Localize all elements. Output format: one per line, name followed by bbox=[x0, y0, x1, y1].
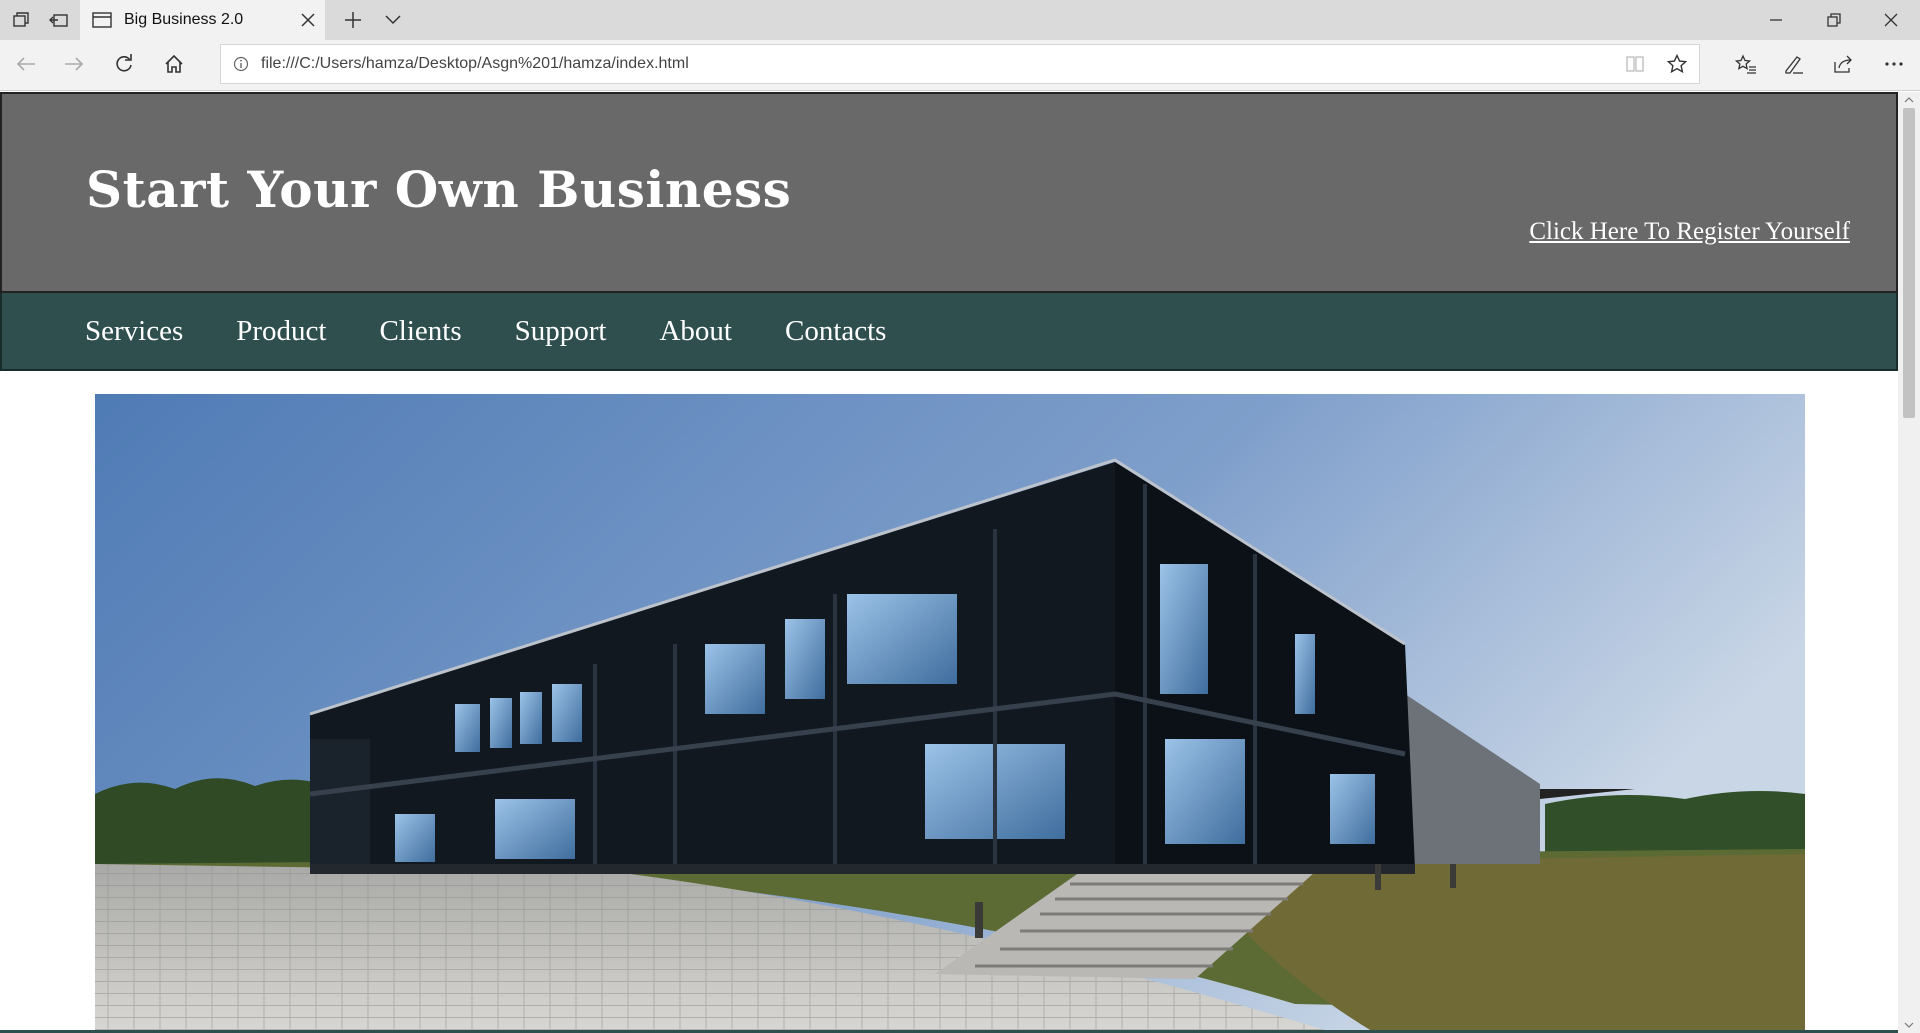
star-icon bbox=[1667, 54, 1687, 74]
pen-icon bbox=[1785, 56, 1803, 74]
register-link[interactable]: Click Here To Register Yourself bbox=[1529, 218, 1850, 246]
arrow-right-icon bbox=[65, 57, 84, 71]
browser-toolbar: file:///C:/Users/hamza/Desktop/Asgn%201/… bbox=[0, 40, 1920, 91]
book-icon bbox=[1626, 56, 1644, 72]
chevron-up-icon bbox=[1904, 97, 1914, 103]
tab-preview-button[interactable] bbox=[376, 6, 410, 34]
page-title: Start Your Own Business bbox=[86, 160, 792, 219]
set-aside-icon bbox=[49, 14, 68, 27]
site-header: Start Your Own Business Click Here To Re… bbox=[0, 92, 1898, 293]
chevron-down-icon bbox=[1904, 1022, 1914, 1028]
refresh-icon bbox=[116, 54, 132, 72]
share-icon bbox=[1834, 55, 1852, 73]
nav-item-product[interactable]: Product bbox=[236, 315, 326, 348]
chevron-down-icon bbox=[385, 15, 401, 25]
favorite-button[interactable] bbox=[1655, 54, 1699, 74]
nav-item-about[interactable]: About bbox=[659, 315, 732, 348]
info-icon bbox=[233, 56, 249, 72]
nav-item-support[interactable]: Support bbox=[515, 315, 607, 348]
plus-icon bbox=[345, 12, 361, 28]
page-scrollbar[interactable] bbox=[1898, 92, 1920, 1033]
close-icon bbox=[1884, 13, 1898, 27]
favorites-list-icon bbox=[1735, 54, 1756, 74]
notes-button[interactable] bbox=[1774, 46, 1814, 82]
set-tabs-aside-button[interactable] bbox=[44, 6, 74, 34]
close-window-button[interactable] bbox=[1866, 0, 1916, 40]
home-icon bbox=[165, 54, 183, 73]
tab-actions-button[interactable] bbox=[6, 6, 36, 34]
reading-view-button[interactable] bbox=[1615, 55, 1655, 73]
arrow-left-icon bbox=[16, 57, 35, 71]
scroll-up-button[interactable] bbox=[1898, 92, 1920, 108]
url-text[interactable]: file:///C:/Users/hamza/Desktop/Asgn%201/… bbox=[261, 55, 1615, 73]
favorites-hub-button[interactable] bbox=[1726, 46, 1766, 82]
forward-button[interactable] bbox=[56, 46, 92, 82]
close-icon bbox=[301, 13, 315, 27]
restore-icon bbox=[1827, 13, 1841, 27]
scroll-down-button[interactable] bbox=[1898, 1017, 1920, 1033]
page-viewport: Start Your Own Business Click Here To Re… bbox=[0, 92, 1898, 1033]
minimize-icon bbox=[1770, 19, 1782, 21]
scrollbar-thumb[interactable] bbox=[1903, 108, 1915, 418]
more-button[interactable] bbox=[1874, 46, 1914, 82]
tab-title: Big Business 2.0 bbox=[124, 11, 244, 28]
nav-item-services[interactable]: Services bbox=[85, 315, 183, 348]
nav-item-contacts[interactable]: Contacts bbox=[785, 315, 887, 348]
new-tab-button[interactable] bbox=[336, 6, 370, 34]
hero-image bbox=[95, 394, 1805, 1033]
tab-close-button[interactable] bbox=[291, 3, 325, 37]
share-button[interactable] bbox=[1824, 46, 1864, 82]
nav-item-clients[interactable]: Clients bbox=[379, 315, 461, 348]
back-button[interactable] bbox=[8, 46, 44, 82]
restore-button[interactable] bbox=[1810, 0, 1858, 40]
main-nav: Services Product Clients Support About C… bbox=[0, 293, 1898, 371]
home-button[interactable] bbox=[156, 46, 192, 82]
address-bar[interactable]: file:///C:/Users/hamza/Desktop/Asgn%201/… bbox=[220, 44, 1700, 84]
browser-tab-strip: Big Business 2.0 bbox=[0, 0, 1920, 40]
minimize-button[interactable] bbox=[1752, 0, 1800, 40]
tab-big-business[interactable]: Big Business 2.0 bbox=[80, 0, 325, 40]
page-icon bbox=[92, 12, 112, 28]
more-icon bbox=[1885, 62, 1903, 66]
tabs-set-aside-icon bbox=[13, 12, 29, 27]
refresh-button[interactable] bbox=[106, 46, 142, 82]
